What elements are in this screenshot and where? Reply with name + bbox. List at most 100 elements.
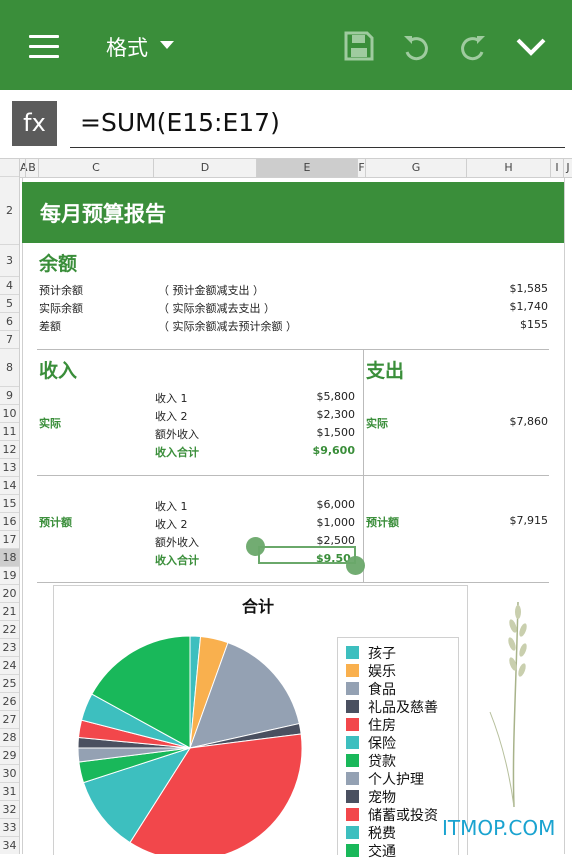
cell-selection-box[interactable] <box>258 546 356 564</box>
balance-row-note[interactable]: （ 实际余额减去预计余额 ） <box>158 318 297 334</box>
income-total-label[interactable]: 收入合计 <box>155 552 199 568</box>
row-header[interactable]: 26 <box>0 692 19 710</box>
balance-row-label[interactable]: 差额 <box>39 318 61 334</box>
row-header[interactable]: 30 <box>0 764 19 782</box>
row-header[interactable]: 3 <box>0 244 19 276</box>
balance-row-label[interactable]: 预计余额 <box>39 282 83 298</box>
row-header[interactable]: 2 <box>0 176 19 244</box>
row-header[interactable]: 22 <box>0 620 19 638</box>
row-header[interactable]: 15 <box>0 494 19 512</box>
column-header-b[interactable]: B <box>25 159 38 177</box>
balance-row-value[interactable]: $1,740 <box>510 300 549 313</box>
row-header[interactable]: 32 <box>0 800 19 818</box>
income-actual-label[interactable]: 实际 <box>39 415 61 431</box>
row-header[interactable]: 23 <box>0 638 19 656</box>
row-header[interactable]: 16 <box>0 512 19 530</box>
legend-swatch <box>346 736 359 749</box>
legend-label: 个人护理 <box>368 772 424 788</box>
column-header-j[interactable]: J <box>563 159 572 177</box>
balance-row-note[interactable]: （ 实际余额减去支出 ） <box>158 300 275 316</box>
fx-button[interactable]: fx <box>12 101 57 146</box>
row-header[interactable]: 31 <box>0 782 19 800</box>
watermark-text: ITMOP.COM <box>442 816 556 840</box>
row-header[interactable]: 27 <box>0 710 19 728</box>
select-all-corner[interactable] <box>0 159 19 177</box>
row-header[interactable]: 11 <box>0 422 19 440</box>
expense-projected-label[interactable]: 预计额 <box>366 514 399 530</box>
row-header[interactable]: 14 <box>0 476 19 494</box>
row-header[interactable]: 21 <box>0 602 19 620</box>
legend-label: 礼品及慈善 <box>368 700 438 716</box>
row-header[interactable]: 29 <box>0 746 19 764</box>
caret-down-icon[interactable] <box>160 41 174 49</box>
income-row-label[interactable]: 收入 2 <box>155 516 188 532</box>
legend-label: 保险 <box>368 736 396 752</box>
row-header[interactable]: 5 <box>0 294 19 312</box>
pie-chart[interactable] <box>62 625 322 854</box>
selection-end-handle[interactable] <box>346 556 365 575</box>
app-toolbar: 格式 <box>0 0 572 90</box>
legend-swatch <box>346 844 359 857</box>
expense-heading[interactable]: 支出 <box>366 356 404 383</box>
balance-row-label[interactable]: 实际余额 <box>39 300 83 316</box>
row-header[interactable]: 20 <box>0 584 19 602</box>
row-header[interactable]: 4 <box>0 276 19 294</box>
row-header[interactable]: 28 <box>0 728 19 746</box>
selection-start-handle[interactable] <box>246 537 265 556</box>
expense-projected-value[interactable]: $7,915 <box>510 514 549 527</box>
income-row-value[interactable]: $2,300 <box>317 408 356 421</box>
column-header-e[interactable]: E <box>256 159 357 177</box>
row-header[interactable]: 13 <box>0 458 19 476</box>
income-row-value[interactable]: $5,800 <box>317 390 356 403</box>
formula-input[interactable]: =SUM(E15:E17) <box>80 108 280 137</box>
undo-icon[interactable] <box>401 32 431 62</box>
row-header[interactable]: 6 <box>0 312 19 330</box>
collapse-chevron-icon[interactable] <box>515 36 547 58</box>
menu-icon[interactable] <box>29 35 59 65</box>
income-row-value[interactable]: $6,000 <box>317 498 356 511</box>
column-header-f[interactable]: F <box>357 159 365 177</box>
balance-heading[interactable]: 余额 <box>39 249 77 276</box>
column-header-i[interactable]: I <box>550 159 563 177</box>
income-row-label[interactable]: 收入 1 <box>155 498 188 514</box>
row-header[interactable]: 9 <box>0 386 19 404</box>
income-total-label[interactable]: 收入合计 <box>155 444 199 460</box>
income-row-label[interactable]: 额外收入 <box>155 534 199 550</box>
expense-actual-value[interactable]: $7,860 <box>510 415 549 428</box>
row-header[interactable]: 12 <box>0 440 19 458</box>
format-menu-label[interactable]: 格式 <box>106 32 148 62</box>
row-header[interactable]: 8 <box>0 348 19 386</box>
income-row-label[interactable]: 收入 1 <box>155 390 188 406</box>
income-row-label[interactable]: 额外收入 <box>155 426 199 442</box>
income-row-value[interactable]: $1,500 <box>317 426 356 439</box>
balance-row-note[interactable]: （ 预计金额减支出 ） <box>158 282 264 298</box>
row-header[interactable]: 10 <box>0 404 19 422</box>
row-header[interactable]: 33 <box>0 818 19 836</box>
column-header-d[interactable]: D <box>153 159 256 177</box>
row-header[interactable]: 17 <box>0 530 19 548</box>
income-row-label[interactable]: 收入 2 <box>155 408 188 424</box>
balance-row-value[interactable]: $155 <box>520 318 548 331</box>
row-header-selected[interactable]: 18 <box>0 548 19 566</box>
redo-icon[interactable] <box>458 32 488 62</box>
column-header-g[interactable]: G <box>365 159 466 177</box>
row-header[interactable]: 34 <box>0 836 19 854</box>
column-header-h[interactable]: H <box>466 159 550 177</box>
legend-swatch <box>346 826 359 839</box>
save-icon[interactable] <box>344 31 374 61</box>
income-projected-label[interactable]: 预计额 <box>39 514 72 530</box>
column-header-c[interactable]: C <box>38 159 153 177</box>
income-row-value[interactable]: $1,000 <box>317 516 356 529</box>
row-header[interactable]: 25 <box>0 674 19 692</box>
expense-actual-label[interactable]: 实际 <box>366 415 388 431</box>
legend-swatch <box>346 808 359 821</box>
report-title[interactable]: 每月预算报告 <box>40 198 166 228</box>
balance-row-value[interactable]: $1,585 <box>510 282 549 295</box>
row-header[interactable]: 7 <box>0 330 19 348</box>
income-heading[interactable]: 收入 <box>39 356 77 383</box>
row-header[interactable]: 19 <box>0 566 19 584</box>
legend-label: 孩子 <box>368 646 396 662</box>
row-header[interactable]: 24 <box>0 656 19 674</box>
formula-underline <box>70 147 565 148</box>
income-total-value[interactable]: $9,600 <box>313 444 355 457</box>
